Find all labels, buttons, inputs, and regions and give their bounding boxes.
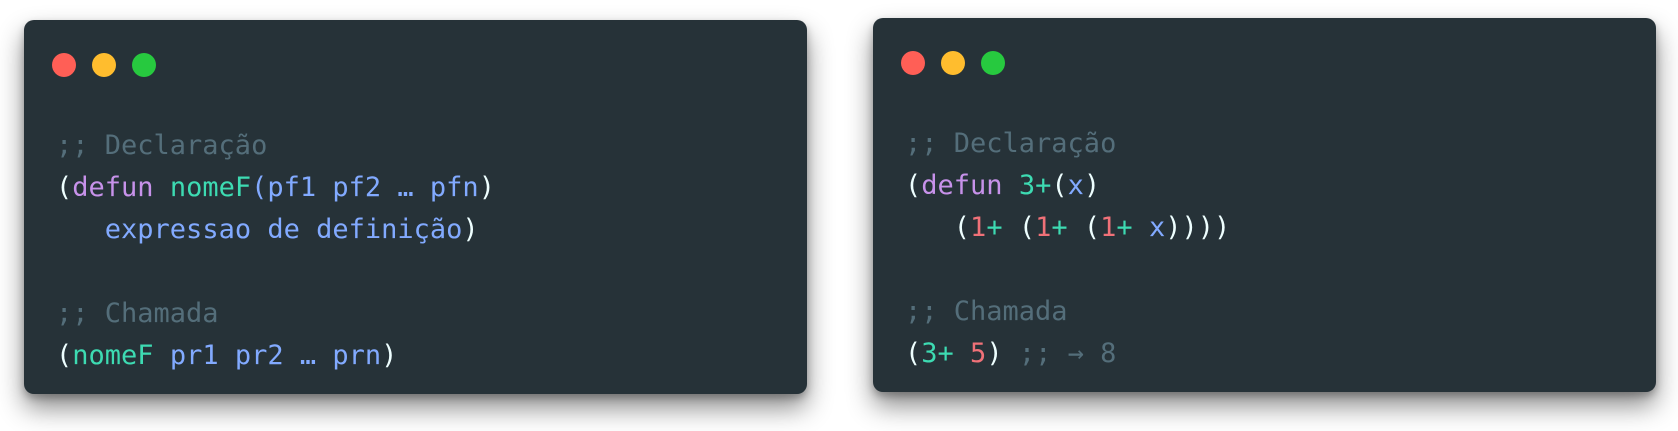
code-line: (defun 3+(x) [905, 165, 1230, 207]
plus-op: + [1116, 212, 1133, 243]
code-window-left: ;; Declaração (defun nomeF(pf1 pf2 … pfn… [24, 20, 807, 394]
params-open: ( [1051, 170, 1068, 201]
function-name: nomeF [169, 172, 252, 203]
paren: ( [1002, 212, 1036, 243]
maximize-dot-icon[interactable] [132, 53, 156, 77]
code-block: ;; Declaração (defun 3+(x) (1+ (1+ (1+ x… [905, 123, 1230, 375]
comment-call: ;; Chamada [56, 298, 219, 329]
code-window-right: ;; Declaração (defun 3+(x) (1+ (1+ (1+ x… [873, 18, 1656, 392]
call-function-name: nomeF [72, 340, 154, 371]
call-close: ) [986, 338, 1003, 369]
paren: ( [1067, 212, 1101, 243]
maximize-dot-icon[interactable] [981, 51, 1005, 75]
defun-keyword: defun [72, 172, 154, 203]
defun-keyword: defun [921, 170, 1003, 201]
params-close: ) [1083, 170, 1101, 201]
formal-params: pf1 pf2 … pfn [267, 172, 479, 203]
code-line: ;; Chamada [905, 291, 1230, 333]
minimize-dot-icon[interactable] [92, 53, 116, 77]
call-argument: 5 [970, 338, 987, 369]
var-x: x [1148, 212, 1166, 243]
call-close: ) [381, 340, 398, 371]
paren: ( [953, 212, 971, 243]
plus-op: + [1051, 212, 1068, 243]
comment-declaration: ;; Declaração [905, 128, 1117, 159]
code-line: expressao de definição) [56, 209, 495, 251]
code-line: ;; Declaração [56, 125, 495, 167]
open-paren: ( [905, 170, 922, 201]
close-dot-icon[interactable] [52, 53, 76, 77]
number-one: 1 [1100, 212, 1117, 243]
real-params: pr1 pr2 … prn [169, 340, 382, 371]
definition-body: expressao de definição [104, 214, 463, 245]
params-close: ) [478, 172, 495, 203]
plus-op: + [986, 212, 1003, 243]
call-open: ( [56, 340, 73, 371]
call-open: ( [905, 338, 922, 369]
params-open: ( [251, 172, 268, 203]
comment-call: ;; Chamada [905, 296, 1068, 327]
result-comment: ;; → 8 [1018, 338, 1117, 369]
close-dot-icon[interactable] [901, 51, 925, 75]
code-line: ;; Chamada [56, 293, 495, 335]
open-paren: ( [56, 172, 73, 203]
code-line: (nomeF pr1 pr2 … prn) [56, 335, 495, 377]
code-block: ;; Declaração (defun nomeF(pf1 pf2 … pfn… [56, 125, 495, 377]
code-line: (defun nomeF(pf1 pf2 … pfn) [56, 167, 495, 209]
code-line: (1+ (1+ (1+ x)))) [905, 207, 1230, 249]
comment-declaration: ;; Declaração [56, 130, 268, 161]
number-one: 1 [1035, 212, 1052, 243]
param-x: x [1067, 170, 1084, 201]
call-function-name: 3+ [921, 338, 954, 369]
body-close: ) [462, 214, 479, 245]
number-one: 1 [970, 212, 987, 243]
function-name: 3+ [1018, 170, 1052, 201]
closing-parens: )))) [1165, 212, 1231, 243]
minimize-dot-icon[interactable] [941, 51, 965, 75]
code-line: ;; Declaração [905, 123, 1230, 165]
code-line: (3+ 5) ;; → 8 [905, 333, 1230, 375]
